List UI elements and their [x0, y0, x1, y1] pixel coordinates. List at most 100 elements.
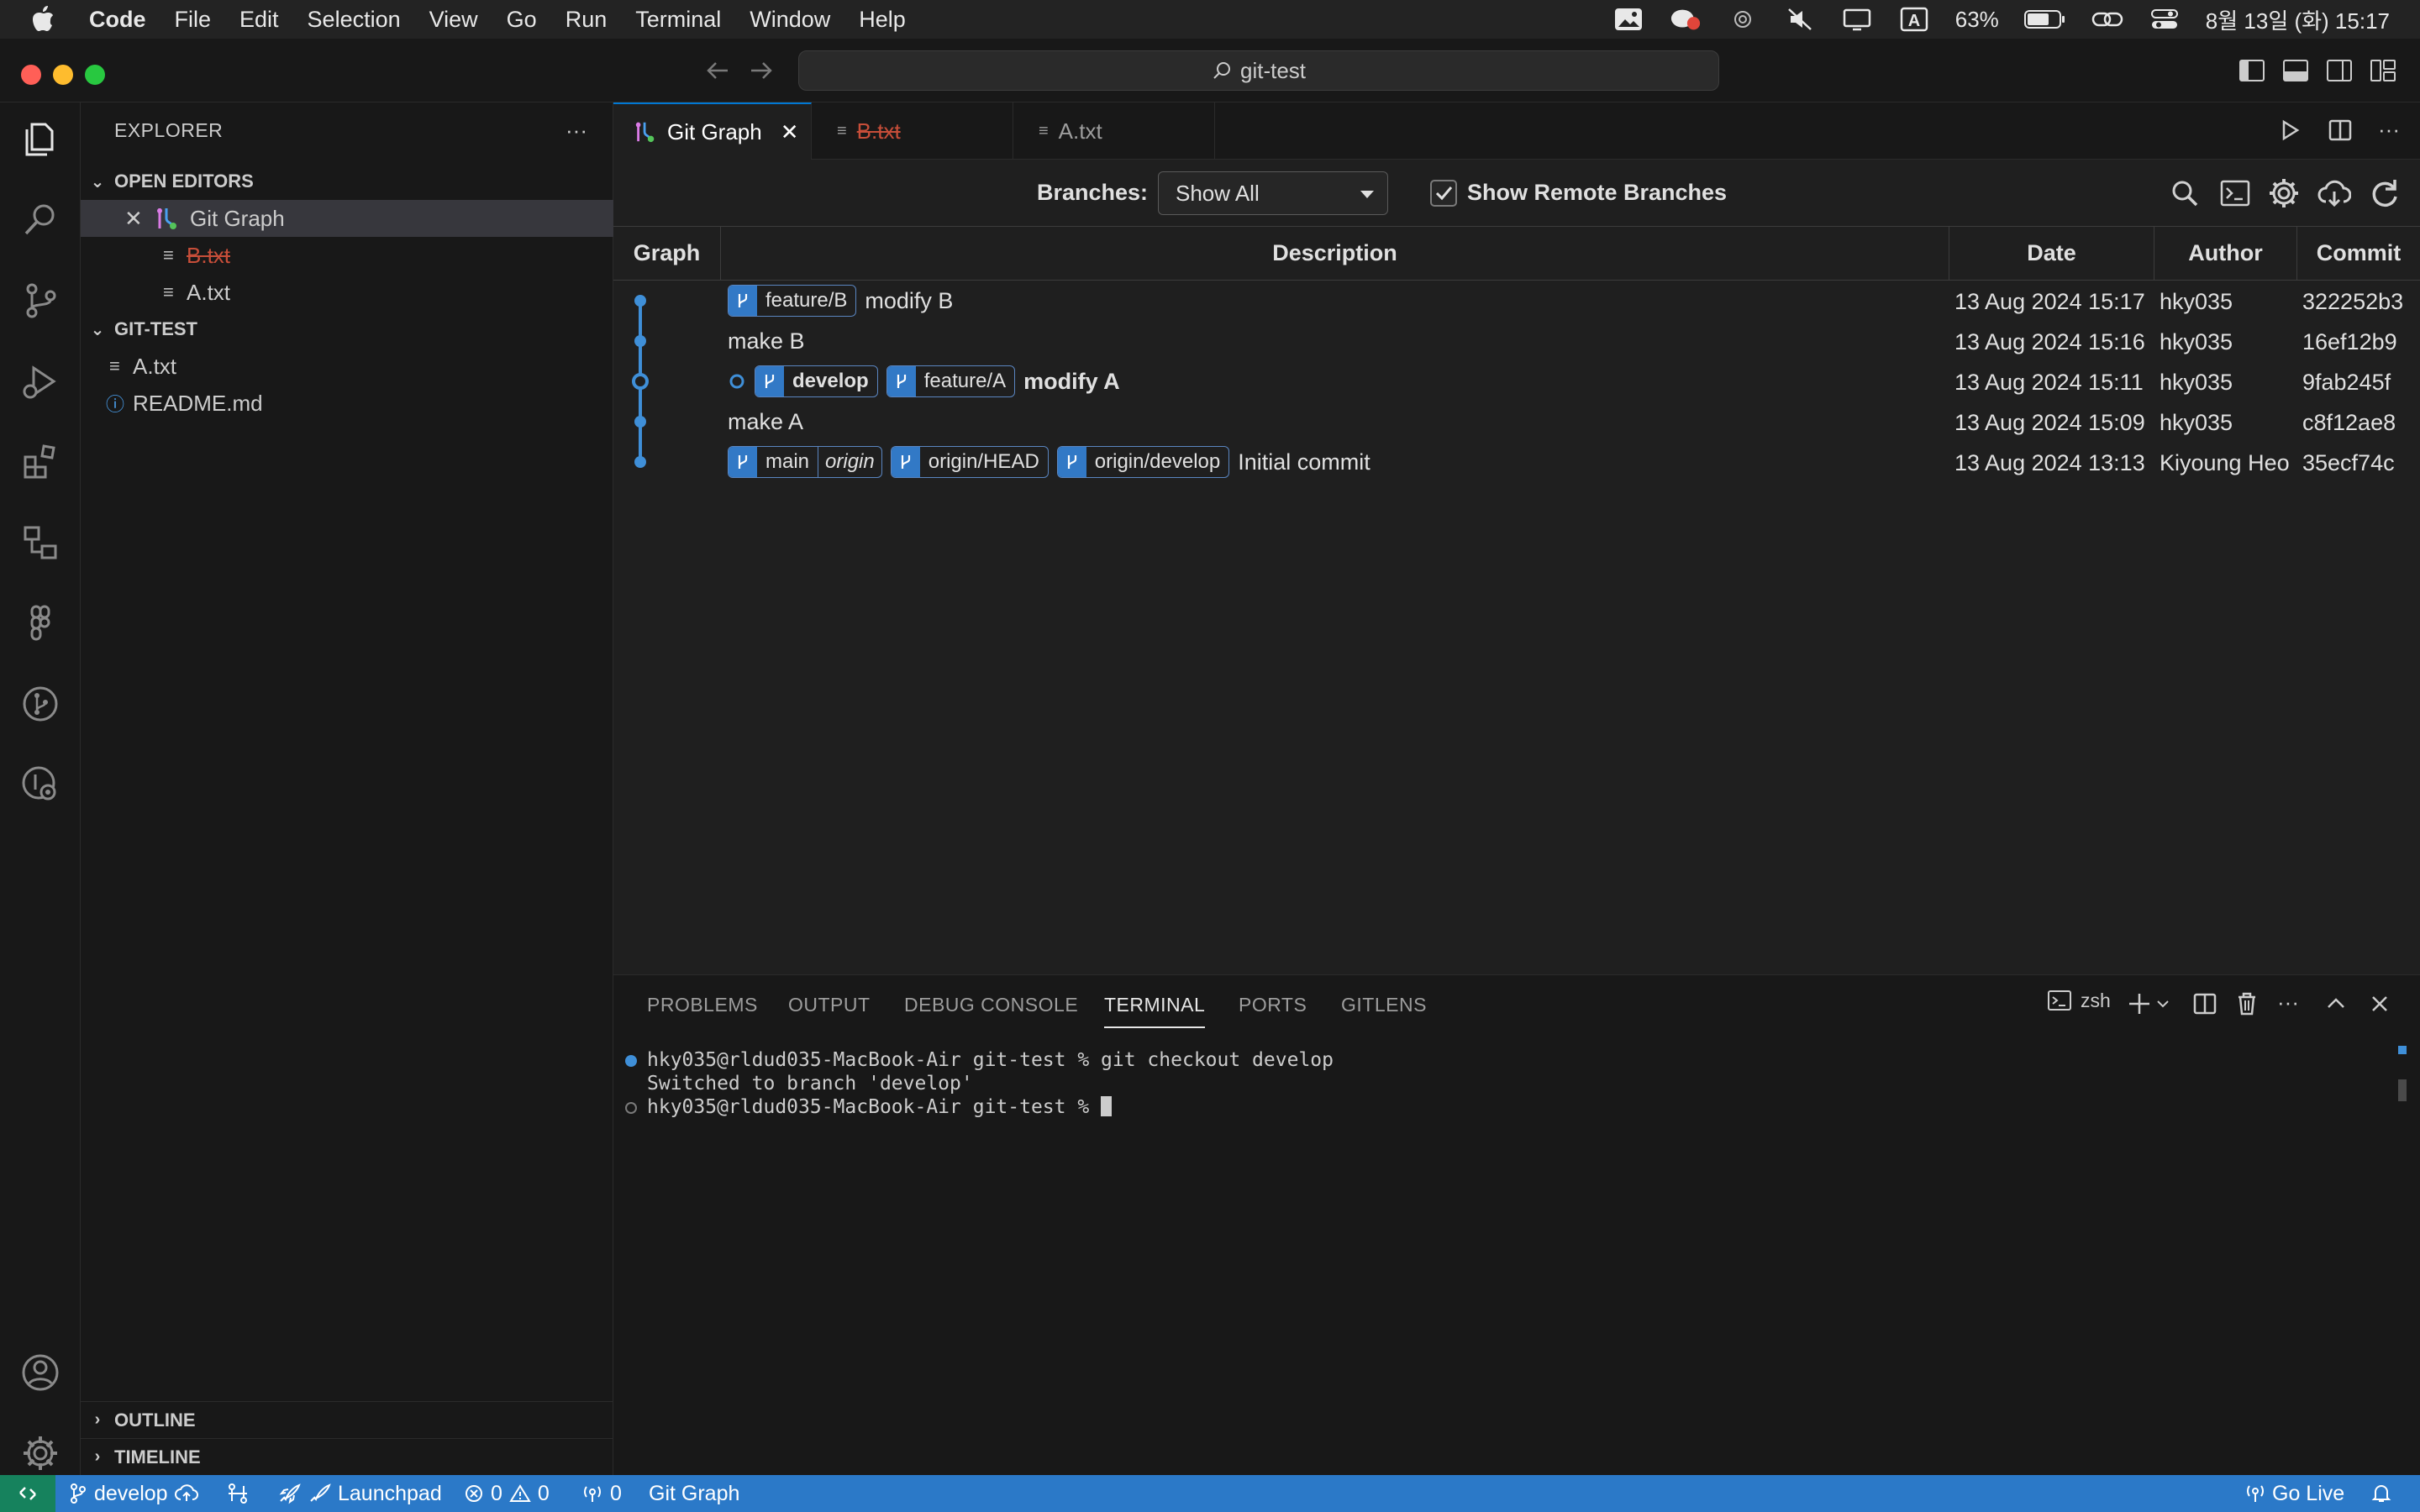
mute-icon[interactable] — [1784, 7, 1816, 32]
gitlens-icon[interactable] — [20, 764, 60, 805]
commit-row[interactable]: main origin origin/HEAD origin/develop I… — [613, 442, 2420, 482]
git-graph-status-item[interactable]: Git Graph — [649, 1475, 739, 1512]
accounts-icon[interactable] — [20, 1352, 60, 1393]
menubar-datetime[interactable]: 8월 13일 (화) 15:17 — [2206, 4, 2390, 35]
tab-ports[interactable]: PORTS — [1239, 994, 1307, 1016]
show-remote-branches-label[interactable]: Show Remote Branches — [1467, 180, 1727, 206]
settings-gear-icon[interactable] — [2267, 176, 2301, 210]
new-terminal-icon[interactable] — [2126, 990, 2153, 1017]
tab-git-graph[interactable]: Git Graph ✕ — [613, 102, 812, 160]
command-success-dot[interactable] — [625, 1055, 637, 1067]
input-source-icon[interactable]: A — [1898, 7, 1930, 32]
menu-file[interactable]: File — [175, 7, 212, 33]
branch-ref-origin-head[interactable]: origin/HEAD — [890, 446, 1049, 478]
command-center-search[interactable]: git-test — [798, 50, 1719, 91]
run-debug-icon[interactable] — [20, 361, 60, 402]
outline-section[interactable]: › OUTLINE — [81, 1401, 613, 1438]
problems-indicator[interactable]: 0 0 — [464, 1475, 550, 1512]
menu-run[interactable]: Run — [566, 7, 608, 33]
messages-icon[interactable] — [1670, 7, 1702, 32]
tab-terminal[interactable]: TERMINAL — [1104, 994, 1206, 1028]
branch-ref-feature-a[interactable]: feature/A — [886, 365, 1016, 397]
close-window-button[interactable] — [21, 65, 41, 85]
column-header-author[interactable]: Author — [2154, 227, 2297, 281]
terminal-scrollbar[interactable] — [2398, 1046, 2407, 1054]
tab-gitlens[interactable]: GITLENS — [1341, 994, 1427, 1016]
more-actions-icon[interactable]: ··· — [2378, 118, 2400, 143]
maximize-panel-icon[interactable] — [2323, 990, 2349, 1017]
split-editor-icon[interactable] — [2328, 118, 2353, 143]
show-remote-branches-checkbox[interactable] — [1430, 180, 1457, 207]
toggle-primary-sidebar-icon[interactable] — [2238, 59, 2265, 82]
go-live-item[interactable]: Go Live — [2245, 1475, 2344, 1512]
commit-row[interactable]: feature/B modify B 13 Aug 2024 15:17 hky… — [613, 281, 2420, 321]
extensions-icon[interactable] — [20, 442, 60, 482]
timeline-section[interactable]: › TIMELINE — [81, 1438, 613, 1475]
column-header-description[interactable]: Description — [721, 227, 1949, 281]
remote-explorer-icon[interactable] — [20, 522, 60, 563]
branch-ref-origin-develop[interactable]: origin/develop — [1056, 446, 1230, 478]
terminal-shell-selector[interactable]: zsh — [2047, 989, 2111, 1012]
tab-output[interactable]: OUTPUT — [788, 994, 871, 1016]
close-panel-icon[interactable] — [2366, 990, 2393, 1017]
branch-ref-main[interactable]: main origin — [728, 446, 882, 478]
search-icon[interactable] — [20, 200, 60, 240]
launchpad-item[interactable]: Launchpad — [277, 1475, 442, 1512]
menu-window[interactable]: Window — [750, 7, 830, 33]
explorer-icon[interactable] — [20, 119, 60, 160]
open-editor-item[interactable]: ≡ B.txt — [81, 237, 613, 274]
remote-indicator[interactable] — [0, 1475, 55, 1512]
display-icon[interactable] — [1841, 7, 1873, 32]
control-center-icon[interactable] — [2149, 7, 2181, 32]
column-header-commit[interactable]: Commit — [2297, 227, 2420, 281]
menu-selection[interactable]: Selection — [308, 7, 401, 33]
open-editor-item[interactable]: ≡ A.txt — [81, 274, 613, 311]
more-actions-icon[interactable]: ··· — [566, 118, 587, 144]
file-item[interactable]: ⓘ README.md — [81, 385, 613, 422]
tab-a-txt[interactable]: ≡ A.txt — [1013, 102, 1215, 160]
branch-indicator[interactable]: develop — [69, 1475, 198, 1512]
battery-icon[interactable] — [2023, 7, 2066, 32]
file-item[interactable]: ≡ A.txt — [81, 348, 613, 385]
open-editors-section[interactable]: ⌄ OPEN EDITORS — [81, 163, 613, 200]
branch-ref-feature-b[interactable]: feature/B — [728, 285, 857, 317]
branches-dropdown[interactable]: Show All — [1158, 171, 1388, 215]
close-icon[interactable]: ✕ — [124, 206, 155, 232]
run-icon[interactable] — [2277, 118, 2302, 143]
forward-arrow-icon[interactable] — [748, 59, 775, 82]
terminal-scrollbar-thumb[interactable] — [2398, 1079, 2407, 1101]
git-graph-icon[interactable] — [20, 684, 60, 724]
open-editor-item[interactable]: ✕ Git Graph — [81, 200, 613, 237]
split-terminal-icon[interactable] — [2191, 990, 2218, 1017]
menu-edit[interactable]: Edit — [239, 7, 279, 33]
source-control-icon[interactable] — [20, 281, 60, 321]
link-icon[interactable] — [2091, 7, 2123, 32]
column-header-date[interactable]: Date — [1949, 227, 2154, 281]
menu-help[interactable]: Help — [859, 7, 906, 33]
tab-problems[interactable]: PROBLEMS — [647, 994, 758, 1016]
back-arrow-icon[interactable] — [704, 59, 731, 82]
close-icon[interactable]: ✕ — [781, 119, 799, 145]
menu-code[interactable]: Code — [89, 7, 146, 33]
toggle-panel-icon[interactable] — [2282, 59, 2309, 82]
notifications-item[interactable] — [2371, 1475, 2391, 1512]
menu-view[interactable]: View — [429, 7, 478, 33]
manage-gear-icon[interactable] — [20, 1433, 60, 1473]
terminal-icon[interactable] — [2218, 176, 2252, 210]
minimize-window-button[interactable] — [53, 65, 73, 85]
tab-debug-console[interactable]: DEBUG CONSOLE — [904, 994, 1078, 1016]
fetch-cloud-icon[interactable] — [2317, 176, 2351, 210]
menu-go[interactable]: Go — [507, 7, 537, 33]
figma-icon[interactable] — [20, 603, 60, 643]
commit-row[interactable]: make A 13 Aug 2024 15:09 hky035 c8f12ae8 — [613, 402, 2420, 442]
photos-icon[interactable] — [1612, 7, 1644, 32]
toggle-secondary-sidebar-icon[interactable] — [2326, 59, 2353, 82]
commit-row[interactable]: make B 13 Aug 2024 15:16 hky035 16ef12b9 — [613, 321, 2420, 361]
chevron-down-icon[interactable] — [2154, 990, 2171, 1017]
commit-row[interactable]: develop feature/A modify A 13 Aug 2024 1… — [613, 361, 2420, 402]
ports-indicator[interactable]: 0 — [581, 1475, 622, 1512]
tab-b-txt[interactable]: ≡ B.txt — [812, 102, 1013, 160]
branch-ref-develop[interactable]: develop — [755, 365, 878, 397]
menu-terminal[interactable]: Terminal — [635, 7, 721, 33]
find-icon[interactable] — [2168, 176, 2202, 210]
